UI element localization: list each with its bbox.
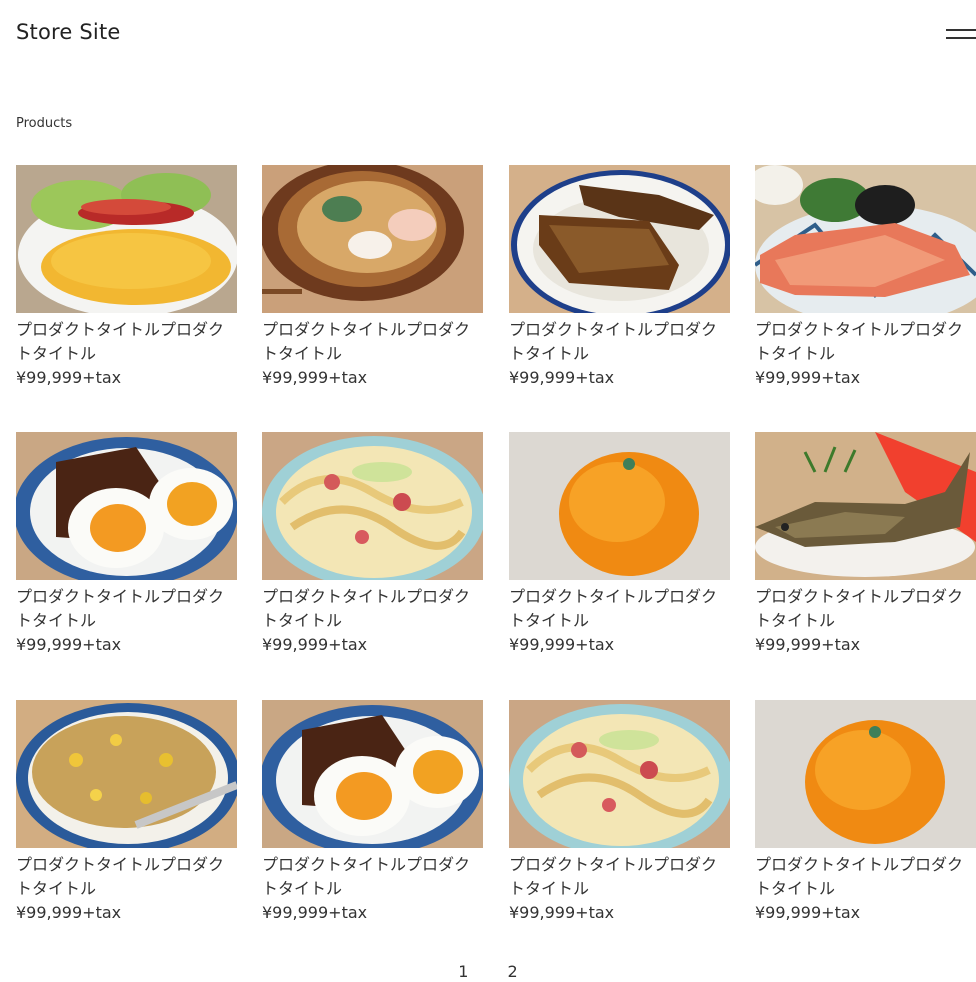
product-price: ¥99,999+tax — [16, 368, 122, 387]
product-price: ¥99,999+tax — [16, 903, 122, 922]
pagination: 1 2 — [0, 962, 976, 982]
product-price: ¥99,999+tax — [509, 903, 615, 922]
product-card[interactable]: プロダクトタイトルプロダクトタイトル ¥99,999+tax — [509, 700, 730, 925]
product-title[interactable]: プロダクトタイトルプロダクトタイトル — [16, 318, 237, 366]
product-price: ¥99,999+tax — [509, 635, 615, 654]
product-card[interactable]: プロダクトタイトルプロダクトタイトル ¥99,999+tax — [16, 700, 237, 925]
mandarin-orange-image[interactable] — [509, 432, 730, 580]
product-card[interactable]: プロダクトタイトルプロダクトタイトル ¥99,999+tax — [509, 165, 730, 390]
hamburger-icon[interactable] — [944, 26, 976, 42]
pasta-image[interactable] — [262, 432, 483, 580]
product-price: ¥99,999+tax — [262, 635, 368, 654]
grilled-salmon-image[interactable] — [755, 165, 976, 313]
product-price: ¥99,999+tax — [262, 903, 368, 922]
product-title[interactable]: プロダクトタイトルプロダクトタイトル — [509, 585, 730, 633]
product-title[interactable]: プロダクトタイトルプロダクトタイトル — [755, 853, 976, 901]
product-title[interactable]: プロダクトタイトルプロダクトタイトル — [262, 585, 483, 633]
site-title[interactable]: Store Site — [16, 20, 121, 44]
product-card[interactable]: プロダクトタイトルプロダクトタイトル ¥99,999+tax — [755, 700, 976, 925]
product-card[interactable]: プロダクトタイトルプロダクトタイトル ¥99,999+tax — [755, 165, 976, 390]
eggs-meat-image[interactable] — [262, 700, 483, 848]
product-price: ¥99,999+tax — [755, 635, 861, 654]
product-card[interactable]: プロダクトタイトルプロダクトタイトル ¥99,999+tax — [262, 432, 483, 657]
grilled-fish-image[interactable] — [755, 432, 976, 580]
product-card[interactable]: プロダクトタイトルプロダクトタイトル ¥99,999+tax — [16, 432, 237, 657]
unagi-rice-image[interactable] — [509, 165, 730, 313]
product-price: ¥99,999+tax — [755, 903, 861, 922]
ramen-bowl-image[interactable] — [262, 165, 483, 313]
product-card[interactable]: プロダクトタイトルプロダクトタイトル ¥99,999+tax — [16, 165, 237, 390]
page-link-1[interactable]: 1 — [458, 962, 468, 981]
product-price: ¥99,999+tax — [262, 368, 368, 387]
product-title[interactable]: プロダクトタイトルプロダクトタイトル — [16, 585, 237, 633]
menu-line — [946, 37, 976, 39]
product-title[interactable]: プロダクトタイトルプロダクトタイトル — [262, 318, 483, 366]
product-price: ¥99,999+tax — [755, 368, 861, 387]
menu-line — [946, 29, 976, 31]
page-link-2[interactable]: 2 — [508, 962, 518, 981]
product-title[interactable]: プロダクトタイトルプロダクトタイトル — [755, 585, 976, 633]
product-price: ¥99,999+tax — [16, 635, 122, 654]
product-title[interactable]: プロダクトタイトルプロダクトタイトル — [509, 853, 730, 901]
product-price: ¥99,999+tax — [509, 368, 615, 387]
breadcrumb: Products — [16, 116, 73, 131]
product-title[interactable]: プロダクトタイトルプロダクトタイトル — [16, 853, 237, 901]
site-header: Store Site — [0, 0, 976, 70]
pasta-image[interactable] — [509, 700, 730, 848]
mandarin-orange-image[interactable] — [755, 700, 976, 848]
product-title[interactable]: プロダクトタイトルプロダクトタイトル — [509, 318, 730, 366]
omelette-bacon-image[interactable] — [16, 165, 237, 313]
product-title[interactable]: プロダクトタイトルプロダクトタイトル — [262, 853, 483, 901]
fried-rice-image[interactable] — [16, 700, 237, 848]
eggs-meat-image[interactable] — [16, 432, 237, 580]
product-title[interactable]: プロダクトタイトルプロダクトタイトル — [755, 318, 976, 366]
product-card[interactable]: プロダクトタイトルプロダクトタイトル ¥99,999+tax — [262, 700, 483, 925]
product-card[interactable]: プロダクトタイトルプロダクトタイトル ¥99,999+tax — [262, 165, 483, 390]
product-card[interactable]: プロダクトタイトルプロダクトタイトル ¥99,999+tax — [755, 432, 976, 657]
product-card[interactable]: プロダクトタイトルプロダクトタイトル ¥99,999+tax — [509, 432, 730, 657]
